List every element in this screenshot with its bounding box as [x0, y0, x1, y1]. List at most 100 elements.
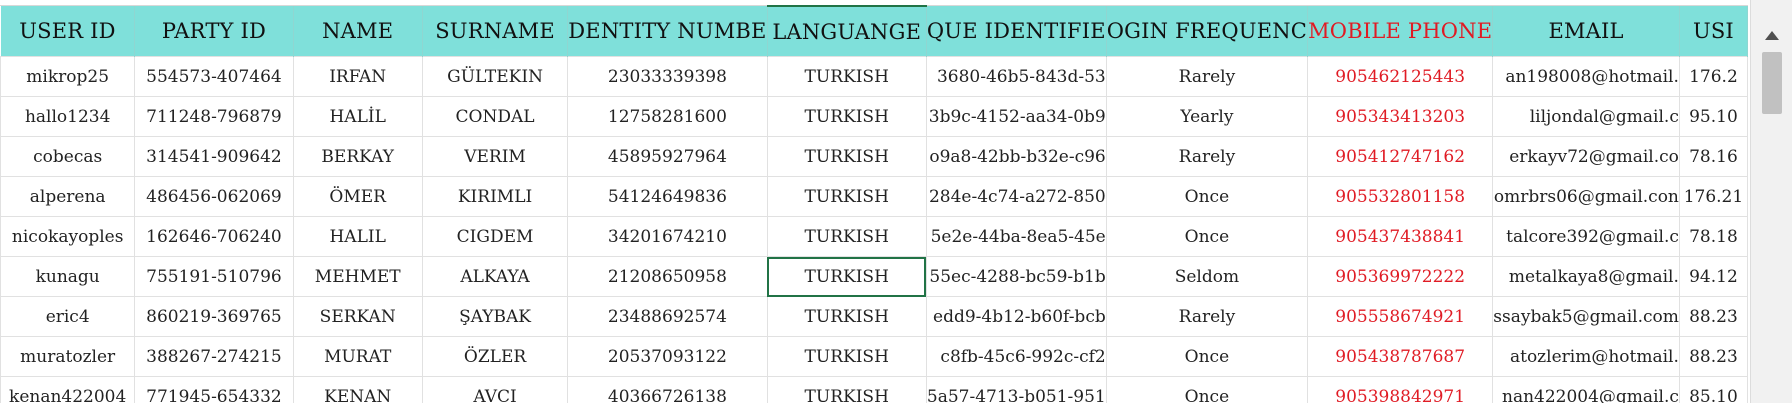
cell-surname[interactable]: AVCI [421, 376, 569, 403]
column-header-user-id[interactable]: USER ID [0, 6, 136, 57]
cell-language[interactable]: TURKISH [766, 336, 927, 377]
cell-user-id[interactable]: nicokayoples [0, 216, 136, 257]
cell-login-frequency[interactable]: Once [1105, 336, 1309, 377]
cell-surname[interactable]: CONDAL [421, 96, 569, 137]
cell-user-id[interactable]: hallo1234 [0, 96, 136, 137]
scrollbar-thumb[interactable] [1762, 52, 1782, 114]
cell-login-frequency[interactable]: Once [1105, 376, 1309, 403]
cell-language[interactable]: TURKISH [766, 216, 927, 257]
cell-identity-number[interactable]: 21208650958 [567, 256, 768, 297]
column-header-login-frequency[interactable]: OGIN FREQUENC [1106, 6, 1309, 57]
cell-usr[interactable]: 88.23 [1678, 296, 1748, 337]
column-header-email[interactable]: EMAIL [1492, 6, 1680, 57]
cell-user-id[interactable]: mikrop25 [0, 56, 136, 97]
cell-login-frequency[interactable]: Rarely [1105, 296, 1309, 337]
cell-unique-identifier[interactable]: c8fb-45c6-992c-cf2 [925, 336, 1107, 377]
cell-email[interactable]: ssaybak5@gmail.com [1492, 296, 1680, 337]
cell-name[interactable]: IRFAN [292, 56, 423, 97]
cell-usr[interactable]: 94.12 [1678, 256, 1748, 297]
cell-login-frequency[interactable]: Rarely [1105, 136, 1309, 177]
cell-login-frequency[interactable]: Yearly [1105, 96, 1309, 137]
cell-mobile-phone[interactable]: 905412747162 [1307, 136, 1494, 177]
cell-mobile-phone[interactable]: 905369972222 [1307, 256, 1494, 297]
column-header-mobile-phone[interactable]: MOBILE PHONE [1307, 6, 1494, 57]
cell-mobile-phone[interactable]: 905462125443 [1307, 56, 1494, 97]
cell-unique-identifier[interactable]: 284e-4c74-a272-850 [925, 176, 1107, 217]
cell-login-frequency[interactable]: Rarely [1105, 56, 1309, 97]
cell-usr[interactable]: 78.16 [1678, 136, 1748, 177]
cell-party-id[interactable]: 388267-274215 [134, 336, 294, 377]
cell-name[interactable]: BERKAY [292, 136, 423, 177]
cell-identity-number[interactable]: 20537093122 [567, 336, 768, 377]
cell-language[interactable]: TURKISH [766, 56, 927, 97]
cell-party-id[interactable]: 771945-654332 [134, 376, 294, 403]
cell-name[interactable]: SERKAN [292, 296, 423, 337]
cell-unique-identifier[interactable]: 5e2e-44ba-8ea5-45e [925, 216, 1107, 257]
cell-user-id[interactable]: kenan422004 [0, 376, 136, 403]
cell-mobile-phone[interactable]: 905437438841 [1307, 216, 1494, 257]
cell-login-frequency[interactable]: Once [1105, 176, 1309, 217]
cell-surname[interactable]: CIGDEM [421, 216, 569, 257]
cell-surname[interactable]: KIRIMLI [421, 176, 569, 217]
cell-email[interactable]: nan422004@gmail.c [1492, 376, 1680, 403]
cell-identity-number[interactable]: 54124649836 [567, 176, 768, 217]
cell-party-id[interactable]: 860219-369765 [134, 296, 294, 337]
arrow-up-icon[interactable] [1751, 22, 1792, 48]
cell-party-id[interactable]: 711248-796879 [134, 96, 294, 137]
column-header-usr[interactable]: USI [1679, 6, 1748, 57]
cell-user-id[interactable]: kunagu [0, 256, 136, 297]
cell-identity-number[interactable]: 12758281600 [567, 96, 768, 137]
cell-identity-number[interactable]: 40366726138 [567, 376, 768, 403]
cell-name[interactable]: KENAN [292, 376, 423, 403]
cell-usr[interactable]: 85.10 [1678, 376, 1748, 403]
spreadsheet-grid[interactable]: USER ID PARTY ID NAME SURNAME DENTITY NUMBE L… [0, 0, 1748, 403]
cell-user-id[interactable]: cobecas [0, 136, 136, 177]
cell-unique-identifier[interactable]: 55ec-4288-bc59-b1b [925, 256, 1107, 297]
cell-surname[interactable]: VERIM [421, 136, 569, 177]
cell-language[interactable]: TURKISH [766, 376, 927, 403]
cell-language[interactable]: TURKISH [766, 96, 927, 137]
cell-usr[interactable]: 95.10 [1678, 96, 1748, 137]
cell-identity-number[interactable]: 34201674210 [567, 216, 768, 257]
column-header-unique-identifier[interactable]: QUE IDENTIFIE [926, 6, 1107, 57]
cell-party-id[interactable]: 162646-706240 [134, 216, 294, 257]
cell-email[interactable]: talcore392@gmail.c [1492, 216, 1680, 257]
cell-unique-identifier[interactable]: edd9-4b12-b60f-bcb [925, 296, 1107, 337]
cell-mobile-phone[interactable]: 905532801158 [1307, 176, 1494, 217]
cell-login-frequency[interactable]: Seldom [1105, 256, 1309, 297]
cell-surname[interactable]: ÖZLER [421, 336, 569, 377]
cell-email[interactable]: omrbrs06@gmail.con [1492, 176, 1680, 217]
cell-email[interactable]: an198008@hotmail. [1492, 56, 1680, 97]
cell-email[interactable]: liljondal@gmail.c [1492, 96, 1680, 137]
cell-mobile-phone[interactable]: 905398842971 [1307, 376, 1494, 403]
cell-language[interactable]: TURKISH [766, 296, 927, 337]
column-header-party-id[interactable]: PARTY ID [134, 6, 294, 57]
vertical-scrollbar[interactable] [1750, 0, 1792, 403]
cell-language[interactable]: TURKISH [766, 136, 927, 177]
cell-email[interactable]: atozlerim@hotmail. [1492, 336, 1680, 377]
column-header-surname[interactable]: SURNAME [422, 6, 569, 57]
cell-name[interactable]: HALİL [292, 96, 423, 137]
cell-name[interactable]: ÖMER [292, 176, 423, 217]
cell-email[interactable]: erkayv72@gmail.co [1492, 136, 1680, 177]
cell-mobile-phone[interactable]: 905343413203 [1307, 96, 1494, 137]
cell-email[interactable]: metalkaya8@gmail. [1492, 256, 1680, 297]
cell-mobile-phone[interactable]: 905558674921 [1307, 296, 1494, 337]
cell-party-id[interactable]: 755191-510796 [134, 256, 294, 297]
cell-user-id[interactable]: alperena [0, 176, 136, 217]
column-header-identity-number[interactable]: DENTITY NUMBE [567, 6, 768, 57]
cell-language[interactable]: TURKISH [766, 256, 927, 297]
cell-unique-identifier[interactable]: 3680-46b5-843d-53 [925, 56, 1107, 97]
cell-unique-identifier[interactable]: 5a57-4713-b051-951 [925, 376, 1107, 403]
cell-party-id[interactable]: 314541-909642 [134, 136, 294, 177]
cell-usr[interactable]: 88.23 [1678, 336, 1748, 377]
cell-language[interactable]: TURKISH [766, 176, 927, 217]
cell-surname[interactable]: GÜLTEKIN [421, 56, 569, 97]
cell-party-id[interactable]: 554573-407464 [134, 56, 294, 97]
cell-unique-identifier[interactable]: 3b9c-4152-aa34-0b9 [925, 96, 1107, 137]
cell-usr[interactable]: 176.2 [1678, 56, 1748, 97]
cell-user-id[interactable]: eric4 [0, 296, 136, 337]
cell-mobile-phone[interactable]: 905438787687 [1307, 336, 1494, 377]
column-header-name[interactable]: NAME [293, 6, 423, 57]
cell-identity-number[interactable]: 23033339398 [567, 56, 768, 97]
